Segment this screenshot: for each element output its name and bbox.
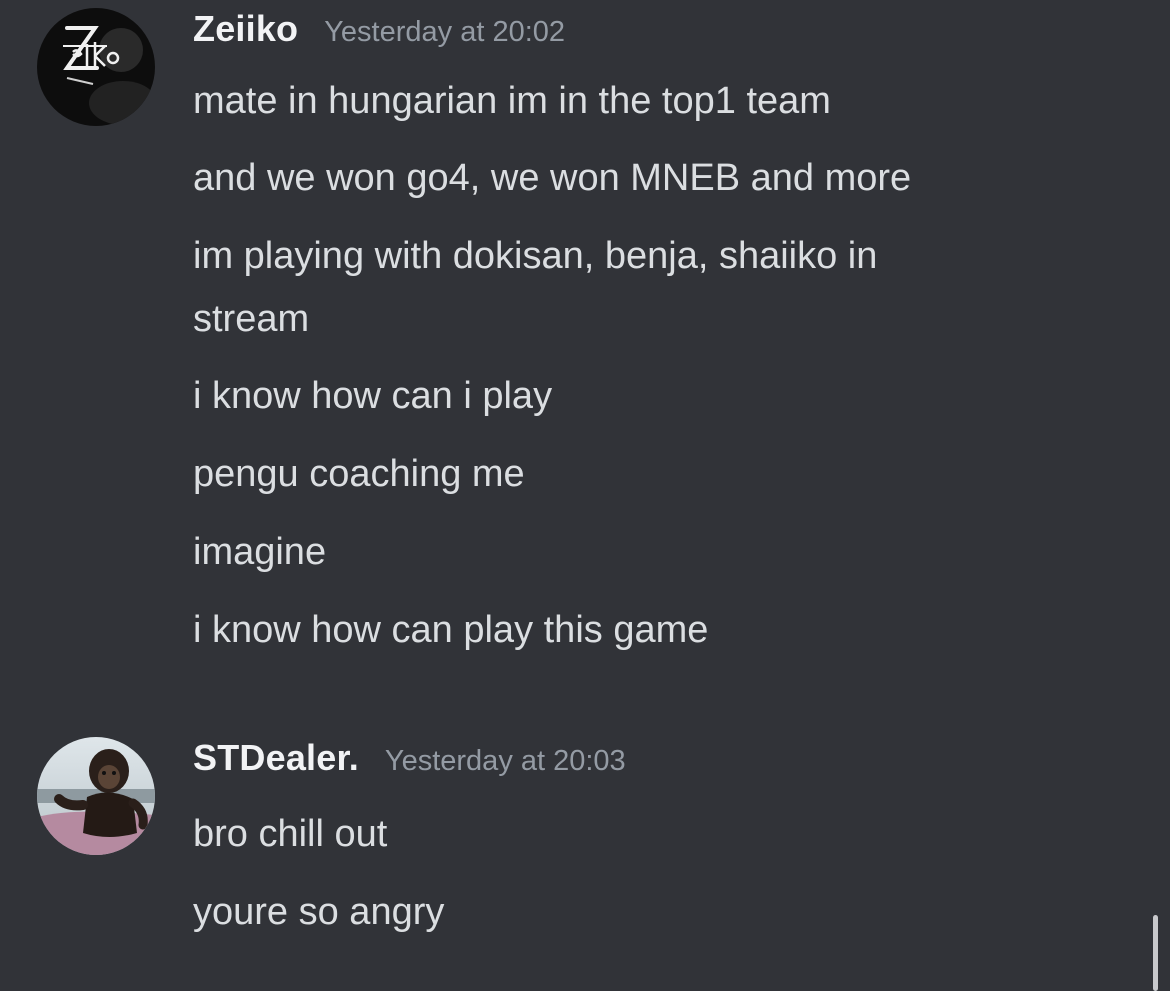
message-timestamp[interactable]: Yesterday at 20:02 [324, 16, 565, 49]
username[interactable]: Zeiiko [193, 8, 298, 50]
message-group-zeiiko: Zeiiko Yesterday at 20:02 mate in hungar… [0, 8, 1140, 668]
message-text: im playing with dokisan, benja, shaiiko … [193, 235, 878, 277]
message-header: STDealer. Yesterday at 20:03 [193, 737, 626, 797]
message-text: imagine [193, 531, 327, 573]
message-text: stream [193, 298, 310, 340]
user-avatar-zeiiko[interactable] [37, 8, 155, 126]
message-text: and we won go4, we won MNEB and more [193, 157, 912, 199]
message-text: i know how can i play [193, 375, 553, 417]
message-text: pengu coaching me [193, 453, 525, 495]
message-text: bro chill out [193, 813, 388, 855]
user-avatar-stdealer[interactable] [37, 737, 155, 855]
message-text: i know how can play this game [193, 609, 709, 651]
message-timestamp[interactable]: Yesterday at 20:03 [385, 745, 626, 778]
zeiiko-logo-avatar-icon [37, 8, 155, 126]
message-text: youre so angry [193, 891, 445, 933]
message-header: Zeiiko Yesterday at 20:02 [193, 8, 565, 68]
message-text: mate in hungarian im in the top1 team [193, 80, 831, 122]
message-group-stdealer: STDealer. Yesterday at 20:03 bro chill o… [0, 737, 1140, 967]
username[interactable]: STDealer. [193, 737, 359, 779]
chimpanzee-photo-avatar-icon [37, 737, 155, 855]
scrollbar-thumb[interactable] [1153, 915, 1158, 991]
